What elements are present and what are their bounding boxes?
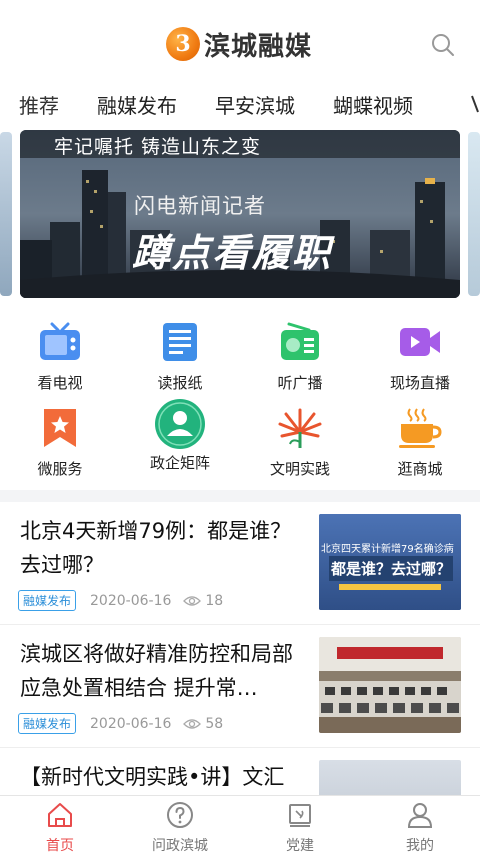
grid-item-micro-service[interactable]: 微服务 bbox=[0, 404, 120, 484]
view-count: 58 bbox=[205, 715, 224, 732]
logo-mark-icon: 3 bbox=[166, 27, 200, 61]
banner-title: 蹲点看履职 bbox=[132, 231, 333, 275]
news-title[interactable]: 【新时代文明实践•讲】文汇 bbox=[20, 760, 306, 794]
nav-label: 党建 bbox=[286, 838, 314, 854]
banner-subtitle: 闪电新闻记者 bbox=[134, 194, 266, 218]
user-circle-icon bbox=[154, 398, 206, 450]
nav-label: 问政滨城 bbox=[152, 838, 208, 854]
grid-label: 微服务 bbox=[37, 460, 83, 478]
grid-label: 文明实践 bbox=[269, 460, 330, 478]
thumbnail-caption-2: 都是谁？去过哪？ bbox=[329, 556, 453, 581]
thumbnail-strip bbox=[339, 584, 441, 590]
eye-icon bbox=[183, 595, 202, 606]
tab-butterfly-video[interactable]: 蝴蝶视频 bbox=[333, 90, 413, 119]
grid-item-gov-matrix[interactable]: 政企矩阵 bbox=[120, 398, 240, 478]
grid-item-radio[interactable]: 听广播 bbox=[240, 318, 360, 398]
banner-slide[interactable]: 牢记嘱托 铸造山东之变 闪电新闻记者 蹲点看履职 bbox=[20, 130, 460, 298]
news-meta: 融媒发布 2020-06-16 58 bbox=[18, 713, 223, 734]
banner-carousel[interactable]: 牢记嘱托 铸造山东之变 闪电新闻记者 蹲点看履职 bbox=[0, 130, 480, 298]
tab-overflow-indicator bbox=[470, 92, 480, 116]
publish-date: 2020-06-16 bbox=[90, 715, 172, 732]
category-tag: 融媒发布 bbox=[18, 590, 77, 611]
party-flag-icon bbox=[289, 804, 311, 827]
grid-label: 读报纸 bbox=[157, 374, 203, 392]
search-button[interactable] bbox=[430, 32, 456, 58]
video-camera-icon bbox=[396, 318, 444, 366]
news-title[interactable]: 北京4天新增79例：都是谁？去过哪？ bbox=[20, 514, 306, 582]
tab-media-release[interactable]: 融媒发布 bbox=[97, 90, 177, 119]
app-logo: 3 滨城融媒 bbox=[166, 24, 312, 64]
user-icon bbox=[407, 803, 433, 828]
news-item[interactable]: 北京4天新增79例：都是谁？去过哪？ 融媒发布 2020-06-16 18 北京… bbox=[0, 502, 480, 625]
news-item[interactable]: 【新时代文明实践•讲】文汇 bbox=[0, 748, 480, 795]
grid-label: 看电视 bbox=[37, 374, 83, 392]
app-header: 3 滨城融媒 bbox=[0, 0, 480, 82]
tv-icon bbox=[36, 318, 84, 366]
news-item[interactable]: 滨城区将做好精准防控和局部应急处置相结合 提升常… 融媒发布 2020-06-1… bbox=[0, 625, 480, 748]
news-thumbnail[interactable]: 北京四天累计新增79名确诊病 都是谁？去过哪？ bbox=[319, 514, 461, 610]
feature-grid: 看电视 读报纸 听广播 现场直播 微服务 政企矩阵 文明实践 逛商城 bbox=[0, 310, 480, 490]
newspaper-icon bbox=[156, 318, 204, 366]
carousel-prev-card[interactable] bbox=[0, 132, 12, 296]
nav-party[interactable]: 党建 bbox=[240, 796, 360, 855]
radio-icon bbox=[276, 318, 324, 366]
grid-item-newspaper[interactable]: 读报纸 bbox=[120, 318, 240, 398]
grid-item-mall[interactable]: 逛商城 bbox=[360, 404, 480, 484]
cup-icon bbox=[396, 404, 444, 452]
grid-item-tv[interactable]: 看电视 bbox=[0, 318, 120, 398]
nav-home[interactable]: 首页 bbox=[0, 796, 120, 855]
meeting-room-image bbox=[319, 637, 461, 733]
star-bookmark-icon bbox=[36, 404, 84, 452]
question-circle-icon bbox=[167, 802, 193, 828]
news-thumbnail[interactable] bbox=[319, 760, 461, 795]
section-divider bbox=[0, 490, 480, 502]
news-meta: 融媒发布 2020-06-16 18 bbox=[18, 590, 223, 611]
nav-profile[interactable]: 我的 bbox=[360, 796, 480, 855]
view-count: 18 bbox=[205, 592, 224, 609]
channel-tabs: 推荐 融媒发布 早安滨城 蝴蝶视频 bbox=[0, 82, 480, 126]
eye-icon bbox=[183, 718, 202, 729]
search-icon bbox=[432, 34, 454, 56]
grid-label: 听广播 bbox=[277, 374, 323, 392]
tab-morning-bincheng[interactable]: 早安滨城 bbox=[215, 90, 295, 119]
home-icon bbox=[48, 803, 72, 827]
news-thumbnail[interactable] bbox=[319, 637, 461, 733]
grid-label: 现场直播 bbox=[389, 374, 450, 392]
nav-label: 首页 bbox=[46, 838, 74, 854]
grid-item-live[interactable]: 现场直播 bbox=[360, 318, 480, 398]
thumbnail-caption-1: 北京四天累计新增79名确诊病 bbox=[321, 544, 454, 555]
grid-item-civilization[interactable]: 文明实践 bbox=[240, 404, 360, 484]
banner-slogan: 牢记嘱托 铸造山东之变 bbox=[54, 136, 262, 158]
publish-date: 2020-06-16 bbox=[90, 592, 172, 609]
nav-label: 我的 bbox=[406, 838, 434, 854]
app-title: 滨城融媒 bbox=[204, 31, 313, 62]
nav-inquiry[interactable]: 问政滨城 bbox=[120, 796, 240, 855]
news-title[interactable]: 滨城区将做好精准防控和局部应急处置相结合 提升常… bbox=[20, 637, 306, 705]
grid-label: 政企矩阵 bbox=[149, 454, 210, 472]
flower-icon bbox=[276, 404, 324, 452]
bottom-navigation: 首页 问政滨城 党建 我的 bbox=[0, 795, 480, 855]
category-tag: 融媒发布 bbox=[18, 713, 77, 734]
tab-recommend[interactable]: 推荐 bbox=[19, 90, 59, 119]
carousel-next-card[interactable] bbox=[468, 132, 480, 296]
grid-label: 逛商城 bbox=[397, 460, 443, 478]
